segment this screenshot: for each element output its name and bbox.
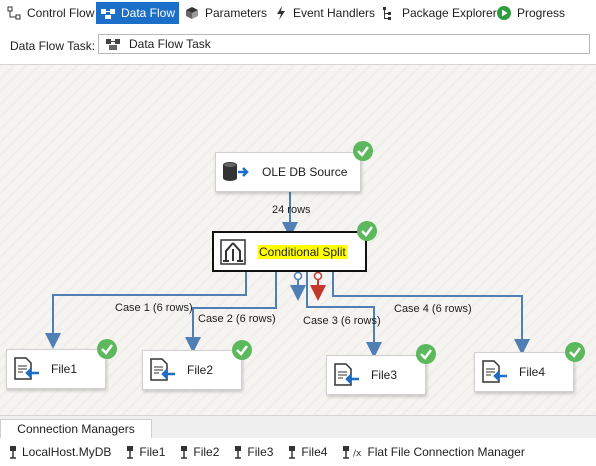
connection-manager-label: File2	[193, 445, 220, 459]
tab-event-handlers[interactable]: Event Handlers	[270, 2, 379, 24]
path-label-case-3: Case 3 (6 rows)	[303, 315, 381, 327]
connection-managers-list: LocalHost.MyDB File1 File2 File3 File4 /…	[0, 438, 596, 466]
success-check-icon	[97, 339, 117, 359]
data-flow-task-label: Data Flow Task:	[10, 39, 96, 53]
component-conditional-split[interactable]: Conditional Split	[212, 231, 367, 272]
connection-managers-title: Connection Managers	[17, 422, 135, 436]
path-case-2[interactable]	[185, 272, 277, 353]
tab-data-flow[interactable]: Data Flow	[96, 2, 180, 24]
connection-icon: /x	[343, 446, 362, 459]
error-output-handle[interactable]	[313, 271, 323, 281]
tab-parameters[interactable]: Parameters	[180, 2, 271, 24]
component-label: Conditional Split	[258, 244, 347, 259]
designer-tab-bar: Control Flow Data Flow Parameters Event …	[0, 0, 596, 26]
connection-manager-file1[interactable]: File1	[125, 445, 165, 459]
tab-label: Event Handlers	[293, 6, 376, 20]
default-output-handle[interactable]	[293, 271, 303, 281]
connection-managers-tab[interactable]: Connection Managers	[0, 419, 152, 438]
path-label-rows: 24 rows	[272, 204, 311, 216]
data-flow-design-surface[interactable]: OLE DB Source Conditional Split File1 Fi…	[0, 65, 596, 415]
success-check-icon	[353, 141, 373, 161]
control-flow-icon	[7, 6, 21, 20]
data-flow-task-select[interactable]: Data Flow Task	[98, 34, 590, 54]
component-label: File3	[371, 368, 398, 382]
connection-icon	[10, 446, 16, 459]
connection-icon	[127, 446, 134, 459]
tab-control-flow[interactable]: Control Flow	[2, 2, 98, 24]
connection-manager-file2[interactable]: File2	[179, 445, 219, 459]
component-file1[interactable]: File1	[6, 349, 106, 389]
tab-package-explorer[interactable]: Package Explorer	[377, 2, 501, 24]
data-flow-icon	[101, 9, 115, 19]
success-check-icon	[416, 344, 436, 364]
connection-manager-label: File4	[301, 445, 328, 459]
connection-manager-label: Flat File Connection Manager	[367, 445, 525, 459]
data-flow-task-bar: Data Flow Task: Data Flow Task	[0, 26, 596, 65]
connection-icon	[235, 446, 242, 459]
database-source-icon	[223, 162, 249, 181]
component-label: File1	[51, 362, 78, 376]
path-label-case-2: Case 2 (6 rows)	[198, 313, 276, 325]
data-flow-task-value: Data Flow Task	[129, 37, 211, 51]
connection-icon	[181, 446, 188, 459]
connection-manager-label: File3	[247, 445, 274, 459]
connection-manager-flat-file[interactable]: /x Flat File Connection Manager	[341, 445, 525, 459]
connection-icon	[289, 446, 296, 459]
component-file4[interactable]: File4	[474, 352, 574, 392]
tab-progress[interactable]: Progress	[492, 2, 569, 24]
component-file2[interactable]: File2	[142, 350, 242, 390]
tab-label: Parameters	[205, 6, 268, 20]
component-label: OLE DB Source	[262, 165, 348, 179]
connection-manager-label: LocalHost.MyDB	[22, 445, 112, 459]
success-check-icon	[232, 340, 252, 360]
flat-file-destination-icon	[14, 357, 39, 380]
component-ole-db-source[interactable]: OLE DB Source	[215, 152, 361, 192]
connection-manager-file4[interactable]: File4	[287, 445, 327, 459]
connection-manager-label: File1	[139, 445, 166, 459]
component-file3[interactable]: File3	[326, 355, 426, 395]
flat-file-destination-icon	[334, 363, 359, 386]
component-label: File4	[519, 365, 546, 379]
success-check-icon	[565, 342, 585, 362]
flat-file-destination-icon	[482, 360, 507, 383]
tab-label: Progress	[517, 6, 566, 20]
component-label: File2	[187, 363, 214, 377]
flat-file-destination-icon	[150, 358, 175, 381]
path-label-case-1: Case 1 (6 rows)	[115, 302, 193, 314]
data-flow-task-icon	[106, 39, 120, 50]
parameters-icon	[186, 7, 198, 19]
svg-text:/x: /x	[353, 449, 362, 459]
progress-icon	[497, 6, 511, 20]
success-check-icon	[357, 221, 377, 241]
conditional-split-icon	[220, 238, 246, 265]
connection-manager-file3[interactable]: File3	[233, 445, 273, 459]
connection-manager-localhost-mydb[interactable]: LocalHost.MyDB	[8, 445, 111, 459]
tab-label: Data Flow	[121, 6, 176, 20]
path-label-case-4: Case 4 (6 rows)	[394, 303, 472, 315]
tab-label: Package Explorer	[402, 6, 497, 20]
connection-managers-panel-header: Connection Managers	[0, 415, 596, 439]
package-explorer-icon	[383, 7, 391, 20]
event-handlers-icon	[277, 6, 285, 20]
tab-label: Control Flow	[27, 6, 95, 20]
